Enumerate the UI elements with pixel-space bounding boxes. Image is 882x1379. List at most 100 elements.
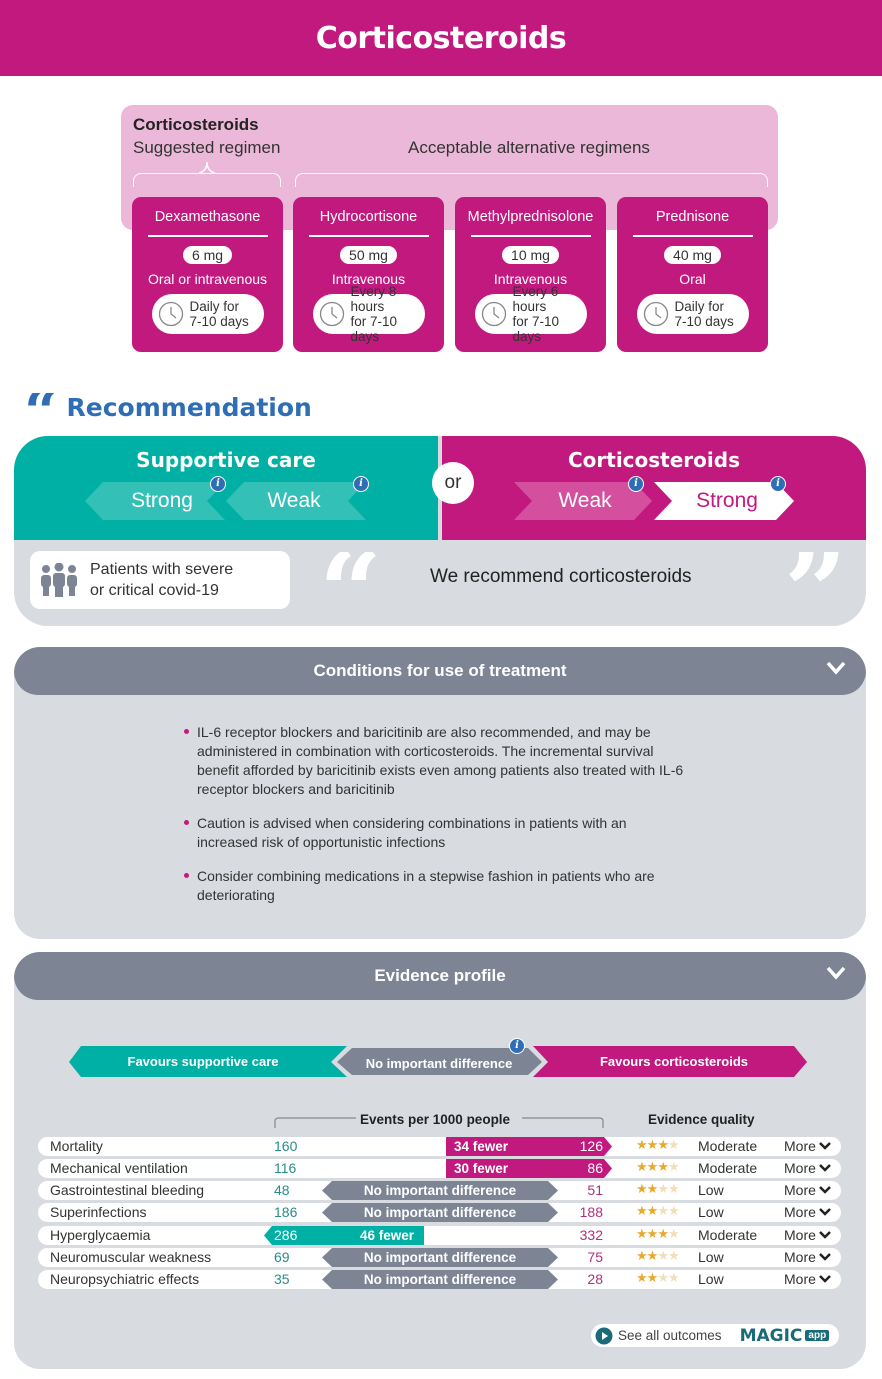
info-icon[interactable]: i: [210, 476, 226, 492]
outcome-name: Mortality: [50, 1138, 103, 1154]
info-icon[interactable]: i: [353, 476, 369, 492]
more-label: More: [784, 1249, 816, 1265]
or-badge: or: [432, 462, 474, 504]
route: Oral or intravenous: [147, 270, 268, 287]
events-header: Events per 1000 people: [360, 1112, 511, 1127]
treatment-events: 332: [579, 1227, 603, 1243]
effect-label: 30 fewer: [454, 1161, 509, 1176]
star-icon: ★: [657, 1159, 669, 1174]
treatment-events: 188: [579, 1204, 603, 1220]
quality-header: Evidence quality: [648, 1112, 755, 1127]
drug-card: Methylprednisolone 10 mg Intravenous Every …: [455, 197, 606, 352]
frequency-line-2: 7-10 days: [674, 313, 734, 329]
population-box: Patients with severe or critical covid-1…: [30, 551, 290, 609]
outcome-row[interactable]: Mortality 34 fewer 160 126 ★★★★ Moderate More: [38, 1137, 841, 1156]
supportive-strong-option[interactable]: Strong: [102, 482, 222, 520]
effect-label: No important difference: [363, 1205, 517, 1220]
suggested-brace: [133, 173, 281, 187]
outcome-row[interactable]: Gastrointestinal bleeding No important di…: [38, 1181, 841, 1200]
more-button[interactable]: More: [784, 1204, 832, 1220]
see-all-outcomes-link[interactable]: See all outcomes: [618, 1328, 722, 1343]
frequency-line-1: Daily for: [674, 298, 725, 314]
more-label: More: [784, 1204, 816, 1220]
quality-label: Moderate: [698, 1227, 758, 1243]
more-button[interactable]: More: [784, 1249, 832, 1265]
quality-stars: ★★★★: [636, 1137, 680, 1153]
info-icon[interactable]: i: [770, 476, 786, 492]
outcome-row[interactable]: Neuropsychiatric effects No important dif…: [38, 1270, 841, 1289]
corticosteroids-strong-option[interactable]: Strong: [672, 482, 782, 520]
corticosteroids-panel: Corticosteroids Weak i Strong i: [442, 436, 866, 540]
evidence-header[interactable]: Evidence profile: [14, 952, 866, 1000]
info-icon[interactable]: i: [509, 1038, 525, 1054]
star-icon: ★: [636, 1270, 648, 1285]
more-button[interactable]: More: [784, 1271, 832, 1287]
star-icon: ★: [657, 1181, 669, 1196]
control-events: 48: [274, 1182, 290, 1198]
star-icon: ★: [636, 1181, 648, 1196]
outcome-name: Gastrointestinal bleeding: [50, 1182, 205, 1198]
star-icon: ★: [657, 1203, 669, 1218]
open-quote-icon: “: [319, 552, 382, 607]
info-icon[interactable]: i: [628, 476, 644, 492]
more-button[interactable]: More: [784, 1227, 832, 1243]
dose-badge: 40 mg: [664, 245, 721, 264]
population-line-2: or critical covid-19: [90, 582, 219, 599]
star-icon: ★: [657, 1248, 669, 1263]
conditions-panel: Conditions for use of treatment IL-6 rec…: [14, 647, 866, 939]
more-button[interactable]: More: [784, 1138, 832, 1154]
people-icon: [41, 563, 77, 597]
outcome-row[interactable]: Superinfections No important difference 18…: [38, 1203, 841, 1222]
condition-item: IL-6 receptor blockers and baricitinib a…: [184, 723, 684, 799]
drug-name: Dexamethasone: [154, 209, 261, 225]
more-label: More: [784, 1227, 816, 1243]
control-events: 35: [274, 1271, 290, 1287]
frequency-line-1: Every 8 hours: [350, 283, 397, 314]
population-line-1: Patients with severe: [90, 561, 234, 578]
star-icon: ★: [667, 1159, 680, 1174]
chevron-down-icon: [819, 1164, 831, 1172]
magic-logo: MAGIC: [739, 1325, 803, 1346]
quality-stars: ★★★★: [636, 1181, 680, 1197]
control-events: 186: [274, 1204, 298, 1220]
treatment-events: 51: [587, 1182, 603, 1198]
conditions-header[interactable]: Conditions for use of treatment: [14, 647, 866, 695]
drug-card: Prednisone 40 mg Oral Daily for 7-10 days: [617, 197, 768, 352]
recommendation-heading: “ Recommendation: [24, 385, 312, 430]
conditions-list: IL-6 receptor blockers and baricitinib a…: [184, 723, 684, 920]
quality-label: Low: [698, 1249, 724, 1265]
close-quote-icon: ”: [784, 552, 847, 607]
outcome-row[interactable]: Mechanical ventilation 30 fewer 116 86 ★★★★ M…: [38, 1159, 841, 1178]
supportive-weak-option[interactable]: Weak: [239, 482, 349, 520]
treatment-events: 126: [579, 1138, 603, 1154]
corticosteroids-weak-option[interactable]: Weak: [530, 482, 640, 520]
chevron-down-icon[interactable]: [826, 966, 846, 980]
more-button[interactable]: More: [784, 1182, 832, 1198]
quality-label: Moderate: [698, 1160, 758, 1176]
outcome-row[interactable]: Hyperglycaemia 46 fewer 286 332 ★★★★ Moderate…: [38, 1226, 841, 1245]
play-icon[interactable]: [595, 1327, 613, 1345]
drug-name: Methylprednisolone: [467, 209, 594, 225]
star-icon: ★: [636, 1203, 648, 1218]
treatment-events: 86: [587, 1160, 603, 1176]
outcome-name: Hyperglycaemia: [50, 1227, 151, 1243]
page-header: Corticosteroids: [0, 0, 882, 76]
regimen-title: Corticosteroids: [133, 115, 259, 134]
chevron-down-icon: [819, 1275, 831, 1283]
chevron-down-icon: [819, 1231, 831, 1239]
quality-stars: ★★★★: [636, 1203, 680, 1219]
frequency-pill: Every 8 hours for 7-10 days: [312, 284, 425, 344]
star-icon: ★: [636, 1137, 648, 1152]
effect-label: No important difference: [363, 1272, 517, 1287]
conditions-title: Conditions for use of treatment: [313, 661, 567, 680]
star-icon: ★: [636, 1248, 648, 1263]
chevron-down-icon[interactable]: [826, 661, 846, 675]
chevron-down-icon: [819, 1253, 831, 1261]
more-button[interactable]: More: [784, 1160, 832, 1176]
outcome-row[interactable]: Neuromuscular weakness No important diffe…: [38, 1248, 841, 1267]
dose-badge: 6 mg: [182, 245, 233, 264]
effect-label: 34 fewer: [454, 1139, 509, 1154]
effect-label: 46 fewer: [360, 1228, 415, 1243]
suggested-regimen-label: Suggested regimen: [133, 138, 281, 157]
star-icon: ★: [667, 1203, 680, 1218]
